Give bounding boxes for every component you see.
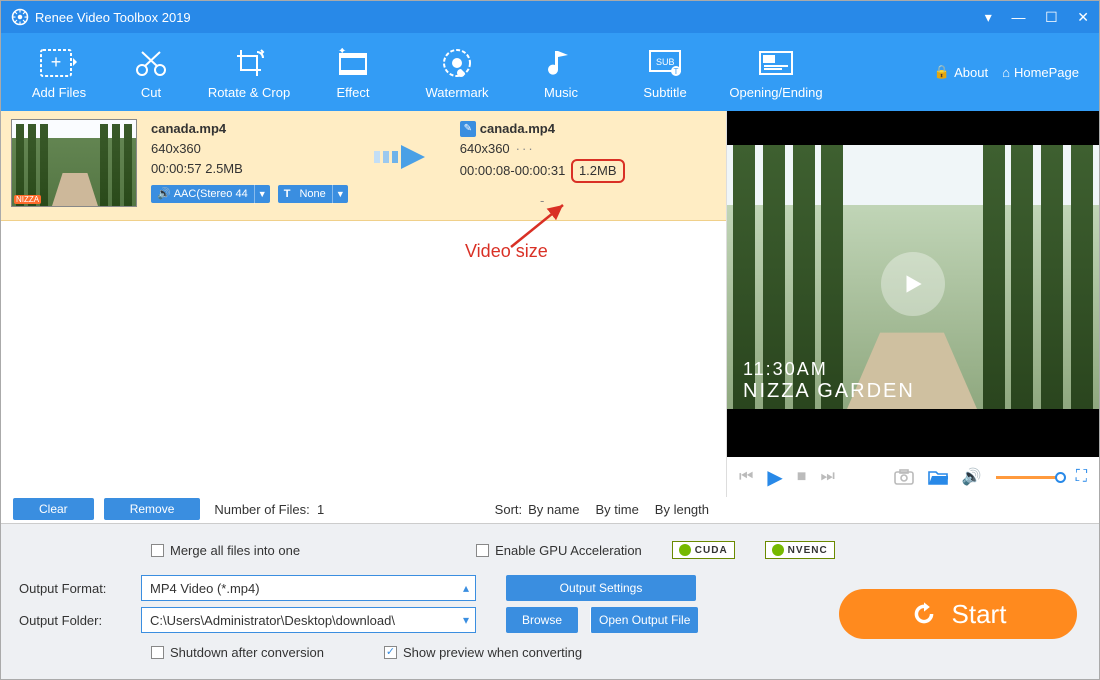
input-resolution: 640x360 — [151, 139, 348, 159]
play-button[interactable]: ▶ — [767, 465, 782, 490]
sort-by-time[interactable]: By time — [595, 502, 638, 517]
minimize-icon[interactable]: — — [1011, 9, 1025, 25]
text-icon: T — [284, 184, 291, 204]
fullscreen-button[interactable]: ⛶ — [1076, 468, 1087, 486]
output-folder-input[interactable]: C:\Users\Administrator\Desktop\download\… — [141, 607, 476, 633]
input-filename: canada.mp4 — [151, 119, 348, 139]
merge-checkbox[interactable]: Merge all files into one — [151, 543, 300, 558]
chevron-down-icon[interactable]: ▼ — [254, 184, 270, 204]
sort-by-length[interactable]: By length — [655, 502, 709, 517]
app-title: Renee Video Toolbox 2019 — [35, 10, 969, 25]
svg-text:✦: ✦ — [338, 48, 346, 57]
about-link[interactable]: 🔒About — [934, 64, 988, 80]
snapshot-button[interactable] — [894, 469, 914, 485]
start-button[interactable]: Start — [839, 589, 1077, 639]
maximize-icon[interactable]: ☐ — [1045, 9, 1058, 25]
input-size: 2.5MB — [205, 161, 243, 176]
dropdown-icon[interactable]: ▾ — [985, 9, 992, 25]
svg-text:SUB: SUB — [656, 57, 675, 67]
output-range: 00:00:08-00:00:31 — [460, 163, 566, 178]
subtitle-button[interactable]: SUBT Subtitle — [613, 45, 717, 100]
output-resolution: 640x360 — [460, 141, 510, 156]
rotate-crop-button[interactable]: Rotate & Crop — [197, 45, 301, 100]
speaker-icon: 🔊 — [157, 184, 171, 204]
stop-button[interactable]: ■ — [797, 468, 807, 486]
watermark-button[interactable]: Watermark — [405, 45, 509, 100]
open-folder-button[interactable] — [928, 469, 948, 485]
list-action-bar: Clear Remove Number of Files: 1 Sort: By… — [1, 495, 721, 523]
effect-icon: ✦ — [336, 45, 370, 81]
sort-by-name[interactable]: By name — [528, 502, 579, 517]
opening-ending-button[interactable]: Opening/Ending — [717, 45, 835, 100]
file-input-info: canada.mp4 640x360 00:00:57 2.5MB 🔊AAC(S… — [151, 119, 348, 203]
sort-label: Sort: — [495, 502, 522, 517]
file-count: 1 — [317, 502, 324, 517]
cut-button[interactable]: Cut — [105, 45, 197, 100]
file-row[interactable]: NIZZA canada.mp4 640x360 00:00:57 2.5MB … — [1, 111, 726, 221]
crop-icon — [233, 45, 265, 81]
show-preview-checkbox[interactable]: ✓Show preview when converting — [384, 645, 582, 660]
next-button[interactable]: ⏭ — [820, 468, 834, 486]
arrow-right-icon — [374, 139, 434, 180]
file-list: NIZZA canada.mp4 640x360 00:00:57 2.5MB … — [1, 111, 727, 497]
video-preview[interactable]: 11:30AM NIZZA GARDEN — [727, 111, 1099, 457]
output-filename: canada.mp4 — [480, 119, 555, 139]
bottom-panel: Merge all files into one Enable GPU Acce… — [1, 523, 1099, 679]
volume-slider[interactable] — [996, 476, 1062, 479]
shutdown-checkbox[interactable]: Shutdown after conversion — [151, 645, 324, 660]
audio-tag[interactable]: 🔊AAC(Stereo 44▼ — [151, 185, 270, 203]
gpu-checkbox[interactable]: Enable GPU Acceleration — [476, 543, 642, 558]
video-overlay-text: 11:30AM NIZZA GARDEN — [743, 359, 915, 403]
output-format-select[interactable]: MP4 Video (*.mp4) ▴ — [141, 575, 476, 601]
output-size: 1.2MB — [571, 159, 625, 183]
chevron-down-icon[interactable]: ▾ — [463, 613, 469, 627]
scissors-icon — [134, 45, 168, 81]
annotation-label: Video size — [465, 241, 548, 262]
music-button[interactable]: Music — [509, 45, 613, 100]
homepage-link[interactable]: ⌂HomePage — [1002, 65, 1079, 80]
svg-text:T: T — [674, 67, 679, 76]
output-format-label: Output Format: — [19, 581, 129, 596]
home-icon: ⌂ — [1002, 65, 1010, 80]
main-toolbar: + Add Files Cut Rotate & Crop ✦ Effect W… — [1, 33, 1099, 111]
more-icon[interactable]: ··· — [516, 141, 535, 156]
remove-button[interactable]: Remove — [104, 498, 201, 520]
refresh-icon — [910, 600, 938, 628]
music-icon — [548, 45, 574, 81]
title-bar: Renee Video Toolbox 2019 ▾ — ☐ ✕ — [1, 1, 1099, 33]
volume-button[interactable]: 🔊 — [962, 467, 982, 487]
open-output-button[interactable]: Open Output File — [590, 607, 698, 633]
add-files-button[interactable]: + Add Files — [13, 45, 105, 100]
close-icon[interactable]: ✕ — [1077, 9, 1089, 25]
effect-button[interactable]: ✦ Effect — [301, 45, 405, 100]
svg-text:+: + — [51, 52, 62, 72]
add-files-icon: + — [39, 45, 79, 81]
clear-button[interactable]: Clear — [13, 498, 94, 520]
nvenc-badge: NVENC — [765, 541, 835, 559]
file-count-label: Number of Files: — [214, 502, 309, 517]
app-logo-icon — [11, 8, 29, 26]
output-settings-button[interactable]: Output Settings — [506, 575, 696, 601]
edit-icon[interactable]: ✎ — [460, 121, 476, 137]
subtitle-icon: SUBT — [648, 45, 682, 81]
chevron-up-icon[interactable]: ▴ — [463, 581, 469, 595]
browse-button[interactable]: Browse — [506, 607, 578, 633]
player-controls: ⏮ ▶ ■ ⏭ 🔊 ⛶ — [727, 457, 1099, 497]
file-thumbnail: NIZZA — [11, 119, 137, 207]
prev-button[interactable]: ⏮ — [739, 468, 753, 486]
lock-icon: 🔒 — [934, 64, 950, 80]
play-overlay-button[interactable] — [881, 252, 945, 316]
output-folder-label: Output Folder: — [19, 613, 129, 628]
preview-panel: 11:30AM NIZZA GARDEN ⏮ ▶ ■ ⏭ 🔊 ⛶ — [727, 111, 1099, 497]
watermark-icon — [441, 45, 473, 81]
chevron-down-icon[interactable]: ▼ — [332, 184, 348, 204]
opening-ending-icon — [758, 45, 794, 81]
input-duration: 00:00:57 — [151, 161, 202, 176]
text-tag[interactable]: T None▼ — [278, 185, 348, 203]
file-output-info: ✎canada.mp4 640x360 ··· 00:00:08-00:00:31… — [460, 119, 625, 211]
output-placeholder: - — [460, 191, 625, 211]
cuda-badge: CUDA — [672, 541, 735, 559]
